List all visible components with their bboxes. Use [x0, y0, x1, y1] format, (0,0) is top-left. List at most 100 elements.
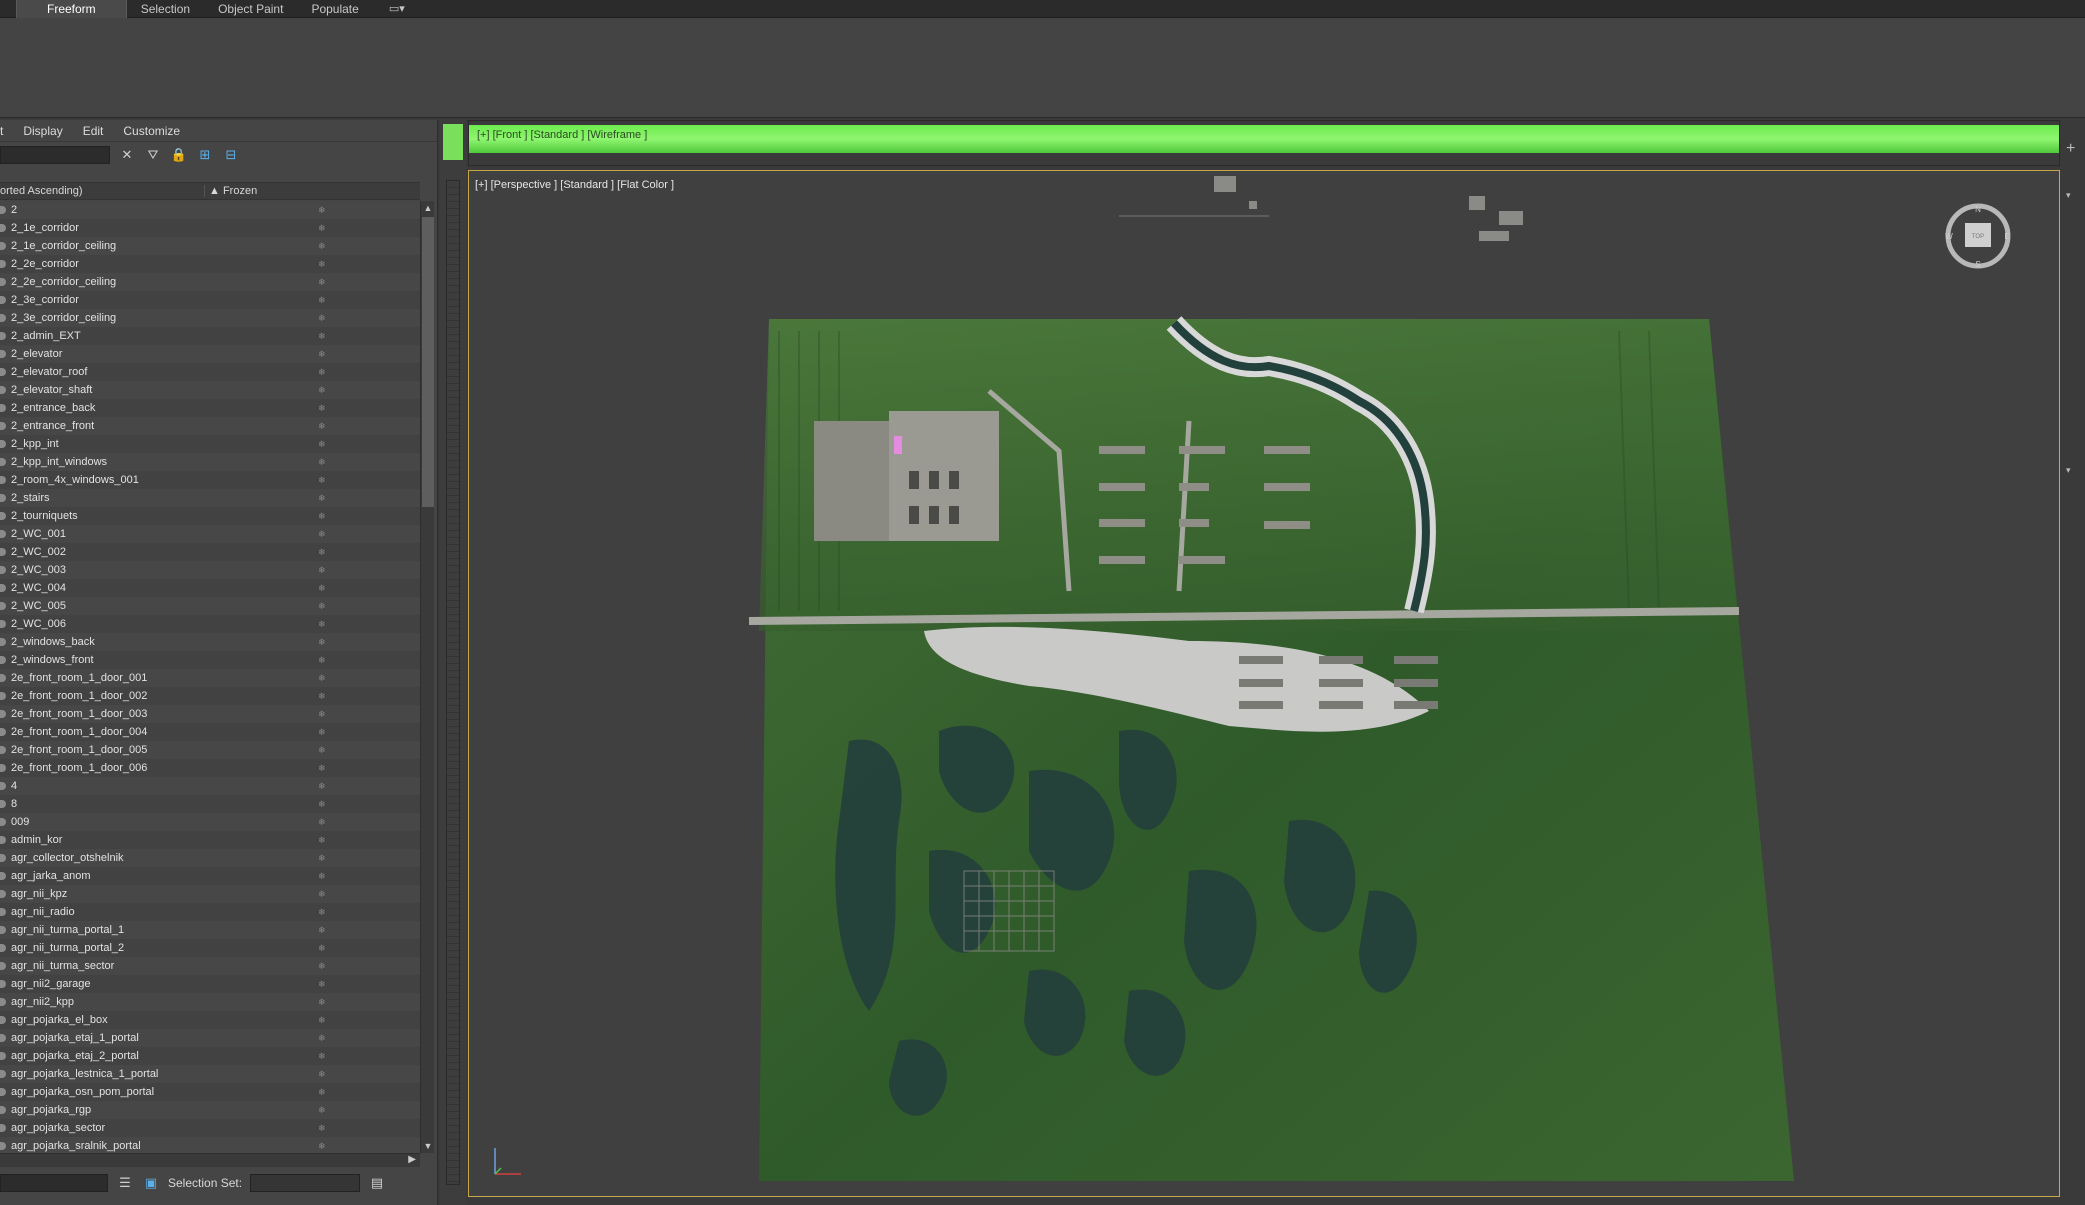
- perspective-viewport[interactable]: [+] [Perspective ] [Standard ] [Flat Col…: [468, 170, 2060, 1197]
- freeze-toggle-icon[interactable]: ❄: [318, 529, 328, 539]
- layout-track[interactable]: [446, 180, 460, 1185]
- menu-edit[interactable]: Edit: [73, 124, 114, 138]
- list-item[interactable]: agr_nii2_garage ❄: [0, 975, 420, 993]
- freeze-toggle-icon[interactable]: ❄: [318, 709, 328, 719]
- list-item[interactable]: agr_pojarka_sector ❄: [0, 1119, 420, 1137]
- list-item[interactable]: 2_WC_005 ❄: [0, 597, 420, 615]
- freeze-toggle-icon[interactable]: ❄: [318, 403, 328, 413]
- filter-icon[interactable]: ⛛: [144, 146, 162, 164]
- freeze-toggle-icon[interactable]: ❄: [318, 997, 328, 1007]
- selection-set-dropdown[interactable]: [250, 1174, 361, 1192]
- viewcube[interactable]: N S E W TOP: [1943, 201, 2013, 271]
- freeze-toggle-icon[interactable]: ❄: [318, 619, 328, 629]
- freeze-toggle-icon[interactable]: ❄: [318, 925, 328, 935]
- list-item[interactable]: 2_WC_004 ❄: [0, 579, 420, 597]
- list-item[interactable]: 2_2e_corridor_ceiling ❄: [0, 273, 420, 291]
- list-item[interactable]: 2_1e_corridor_ceiling ❄: [0, 237, 420, 255]
- list-item[interactable]: 2e_front_room_1_door_006 ❄: [0, 759, 420, 777]
- list-item[interactable]: 2_kpp_int_windows ❄: [0, 453, 420, 471]
- search-input[interactable]: [0, 146, 110, 164]
- list-item[interactable]: 2e_front_room_1_door_003 ❄: [0, 705, 420, 723]
- freeze-toggle-icon[interactable]: ❄: [318, 241, 328, 251]
- freeze-toggle-icon[interactable]: ❄: [318, 277, 328, 287]
- layout-tab-button[interactable]: [443, 124, 463, 160]
- list-item[interactable]: 2_elevator ❄: [0, 345, 420, 363]
- freeze-toggle-icon[interactable]: ❄: [318, 673, 328, 683]
- layer-field[interactable]: [0, 1174, 108, 1192]
- list-item[interactable]: 2_entrance_back ❄: [0, 399, 420, 417]
- list-item[interactable]: 2_3e_corridor ❄: [0, 291, 420, 309]
- list-item[interactable]: agr_nii_turma_portal_2 ❄: [0, 939, 420, 957]
- freeze-toggle-icon[interactable]: ❄: [318, 907, 328, 917]
- list-item[interactable]: 2_tourniquets ❄: [0, 507, 420, 525]
- freeze-toggle-icon[interactable]: ❄: [318, 565, 328, 575]
- vertical-scrollbar[interactable]: ▲ ▼: [420, 201, 434, 1153]
- freeze-toggle-icon[interactable]: ❄: [318, 259, 328, 269]
- list-item[interactable]: agr_nii2_kpp ❄: [0, 993, 420, 1011]
- freeze-toggle-icon[interactable]: ❄: [318, 853, 328, 863]
- list-item[interactable]: agr_nii_turma_sector ❄: [0, 957, 420, 975]
- list-item[interactable]: 2_1e_corridor ❄: [0, 219, 420, 237]
- list-item[interactable]: 2e_front_room_1_door_004 ❄: [0, 723, 420, 741]
- hierarchy-alt-icon[interactable]: ⊟: [222, 146, 240, 164]
- freeze-toggle-icon[interactable]: ❄: [318, 205, 328, 215]
- list-item[interactable]: agr_nii_radio ❄: [0, 903, 420, 921]
- list-item[interactable]: 2e_front_room_1_door_002 ❄: [0, 687, 420, 705]
- freeze-toggle-icon[interactable]: ❄: [318, 313, 328, 323]
- list-item[interactable]: agr_pojarka_lestnica_1_portal ❄: [0, 1065, 420, 1083]
- column-frozen-header[interactable]: ▲ Frozen: [204, 185, 257, 197]
- list-item[interactable]: 2_2e_corridor ❄: [0, 255, 420, 273]
- freeze-toggle-icon[interactable]: ❄: [318, 439, 328, 449]
- list-item[interactable]: 2_WC_003 ❄: [0, 561, 420, 579]
- tab-populate[interactable]: Populate: [297, 0, 372, 18]
- selection-set-icon[interactable]: ▤: [368, 1174, 386, 1192]
- list-item[interactable]: 2e_front_room_1_door_001 ❄: [0, 669, 420, 687]
- freeze-toggle-icon[interactable]: ❄: [318, 583, 328, 593]
- freeze-toggle-icon[interactable]: ❄: [318, 511, 328, 521]
- tab-freeform[interactable]: Freeform: [16, 0, 127, 18]
- freeze-toggle-icon[interactable]: ❄: [318, 763, 328, 773]
- freeze-toggle-icon[interactable]: ❄: [318, 745, 328, 755]
- freeze-toggle-icon[interactable]: ❄: [318, 331, 328, 341]
- freeze-toggle-icon[interactable]: ❄: [318, 835, 328, 845]
- freeze-toggle-icon[interactable]: ❄: [318, 727, 328, 737]
- freeze-toggle-icon[interactable]: ❄: [318, 1105, 328, 1115]
- select-objects-icon[interactable]: ▣: [142, 1174, 160, 1192]
- list-item[interactable]: 2_WC_001 ❄: [0, 525, 420, 543]
- list-item[interactable]: admin_kor ❄: [0, 831, 420, 849]
- list-item[interactable]: 009 ❄: [0, 813, 420, 831]
- list-item[interactable]: 4 ❄: [0, 777, 420, 795]
- front-viewport[interactable]: [+] [Front ] [Standard ] [Wireframe ]: [468, 120, 2060, 166]
- freeze-toggle-icon[interactable]: ❄: [318, 421, 328, 431]
- freeze-toggle-icon[interactable]: ❄: [318, 547, 328, 557]
- list-item[interactable]: 2 ❄: [0, 201, 420, 219]
- list-item[interactable]: 2_room_4x_windows_001 ❄: [0, 471, 420, 489]
- freeze-toggle-icon[interactable]: ❄: [318, 475, 328, 485]
- list-item[interactable]: agr_pojarka_osn_pom_portal ❄: [0, 1083, 420, 1101]
- camera-dropdown-icon[interactable]: ▭▾: [389, 2, 405, 15]
- freeze-toggle-icon[interactable]: ❄: [318, 1087, 328, 1097]
- list-item[interactable]: 2_windows_back ❄: [0, 633, 420, 651]
- tab-selection[interactable]: Selection: [127, 0, 204, 18]
- tab-object-paint[interactable]: Object Paint: [204, 0, 297, 18]
- freeze-toggle-icon[interactable]: ❄: [318, 1141, 328, 1151]
- list-item[interactable]: 2_3e_corridor_ceiling ❄: [0, 309, 420, 327]
- add-panel-icon[interactable]: +: [2066, 140, 2075, 158]
- list-item[interactable]: 2e_front_room_1_door_005 ❄: [0, 741, 420, 759]
- lock-icon[interactable]: 🔒: [170, 146, 188, 164]
- list-item[interactable]: agr_pojarka_el_box ❄: [0, 1011, 420, 1029]
- freeze-toggle-icon[interactable]: ❄: [318, 961, 328, 971]
- freeze-toggle-icon[interactable]: ❄: [318, 1015, 328, 1025]
- freeze-toggle-icon[interactable]: ❄: [318, 367, 328, 377]
- freeze-toggle-icon[interactable]: ❄: [318, 223, 328, 233]
- freeze-toggle-icon[interactable]: ❄: [318, 637, 328, 647]
- menu-customize[interactable]: Customize: [113, 124, 190, 138]
- list-item[interactable]: agr_pojarka_rgp ❄: [0, 1101, 420, 1119]
- freeze-toggle-icon[interactable]: ❄: [318, 1051, 328, 1061]
- freeze-toggle-icon[interactable]: ❄: [318, 295, 328, 305]
- list-item[interactable]: 8 ❄: [0, 795, 420, 813]
- freeze-toggle-icon[interactable]: ❄: [318, 979, 328, 989]
- scrollbar-thumb[interactable]: [422, 217, 434, 507]
- list-item[interactable]: 2_WC_006 ❄: [0, 615, 420, 633]
- list-item[interactable]: 2_stairs ❄: [0, 489, 420, 507]
